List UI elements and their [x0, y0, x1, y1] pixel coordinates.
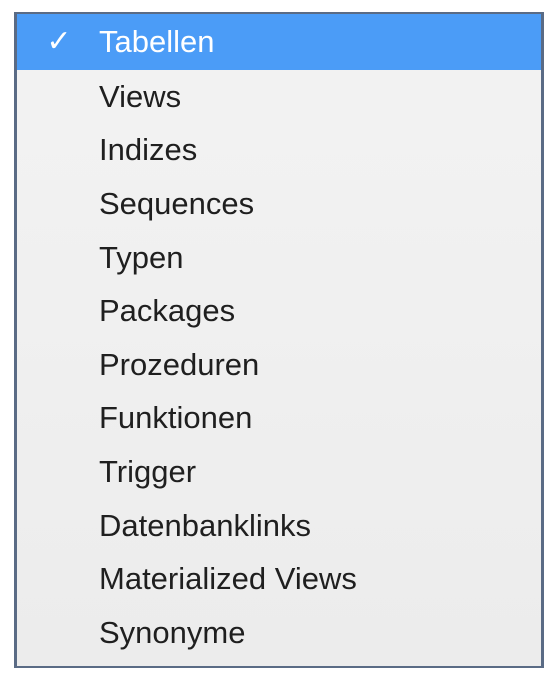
menu-item-packages[interactable]: Packages — [17, 284, 541, 338]
menu-item-funktionen[interactable]: Funktionen — [17, 392, 541, 446]
menu-item-label: Synonyme — [99, 614, 246, 650]
menu-item-label: Views — [99, 78, 182, 114]
menu-item-tabellen[interactable]: ✓ Tabellen — [17, 14, 541, 70]
menu-item-label: Datenbanklinks — [99, 507, 311, 543]
menu-item-views[interactable]: Views — [17, 70, 541, 124]
menu-item-indizes[interactable]: Indizes — [17, 124, 541, 178]
menu-item-prozeduren[interactable]: Prozeduren — [17, 338, 541, 392]
menu-item-synonyme[interactable]: Synonyme — [17, 606, 541, 660]
menu-item-materialized-views[interactable]: Materialized Views — [17, 552, 541, 606]
screenshot-frame: ✓ Tabellen Views Indizes Sequences Typen… — [0, 0, 558, 678]
menu-item-label: Materialized Views — [99, 561, 357, 597]
menu-item-label: Tabellen — [99, 24, 215, 59]
menu-item-label: Packages — [99, 293, 236, 329]
menu-item-label: Trigger — [99, 453, 197, 489]
menu-item-sequences[interactable]: Sequences — [17, 177, 541, 231]
menu-item-label: Typen — [99, 239, 184, 275]
menu-item-datenbanklinks[interactable]: Datenbanklinks — [17, 499, 541, 553]
menu-item-label: Indizes — [99, 132, 198, 168]
checkmark-icon: ✓ — [46, 23, 72, 59]
menu-item-label: Prozeduren — [99, 346, 260, 382]
menu-item-trigger[interactable]: Trigger — [17, 445, 541, 499]
menu-item-label: Funktionen — [99, 400, 253, 436]
menu-item-label: Sequences — [99, 185, 255, 221]
menu-item-typen[interactable]: Typen — [17, 231, 541, 285]
dropdown-menu: ✓ Tabellen Views Indizes Sequences Typen… — [14, 12, 544, 668]
